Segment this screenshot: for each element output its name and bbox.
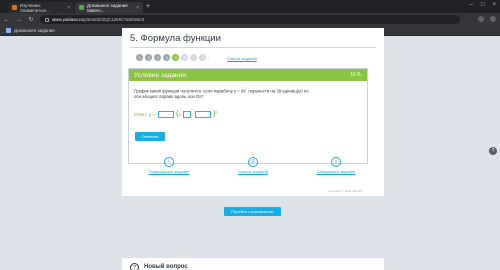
step-item-current[interactable]: 5	[172, 54, 180, 61]
task-text: График какой функции получится, если пар…	[134, 86, 309, 100]
lock-icon	[45, 17, 49, 22]
close-window-icon[interactable]: ×	[492, 2, 496, 8]
step-item[interactable]: 3	[154, 54, 162, 61]
help-icon[interactable]: ?	[489, 147, 497, 155]
browser-actions	[478, 16, 496, 22]
profile-avatar-icon[interactable]	[490, 16, 496, 22]
window-controls: – □ ×	[470, 2, 496, 8]
url-field[interactable]: www.yaklass.ru /p/test/dz/ZqC1ZM/c7a5/ta…	[40, 15, 460, 24]
arrow-left-icon: ‹	[164, 157, 174, 167]
back-icon[interactable]: ←	[2, 17, 12, 23]
answer-label: Ответ: y =	[134, 111, 155, 117]
task-text-start: График какой функции получится, если пар…	[134, 88, 246, 94]
prev-task-link[interactable]: ‹ Предыдущее задание	[139, 157, 199, 174]
task-list-label: Список заданий	[238, 169, 268, 174]
step-item[interactable]: 7	[190, 54, 198, 61]
close-tab-icon[interactable]: ×	[136, 5, 139, 11]
browser-tabbar: Изучение: Знаменитые... × Домашнее задан…	[0, 0, 500, 13]
minimize-icon[interactable]: –	[470, 2, 473, 8]
forward-icon[interactable]: →	[14, 17, 24, 23]
task-list-link[interactable]: Список заданий	[227, 56, 257, 61]
next-card-title: Новый вопрос	[144, 264, 188, 270]
answer-row: Ответ: y = ( x ) 2	[134, 110, 217, 118]
go-to-schedule-button[interactable]: Перейти к расписанию	[224, 207, 281, 216]
page-title: 5. Формула функции	[130, 33, 221, 44]
step-item[interactable]: 6	[181, 54, 189, 61]
reload-icon[interactable]: ↻	[26, 16, 36, 23]
arrow-right-icon: ›	[331, 157, 341, 167]
submit-answer-button[interactable]: Ответить	[135, 132, 165, 141]
variable-x: x	[178, 111, 181, 117]
list-icon: ≡	[248, 157, 258, 167]
next-task-label: Следующее задание	[316, 169, 356, 174]
answer-exponent: 2	[215, 110, 218, 114]
next-step-icon[interactable]: ›	[208, 55, 209, 60]
next-task-link[interactable]: › Следующее задание	[306, 157, 366, 174]
question-icon: ?	[130, 263, 139, 270]
prev-task-label: Предыдущее задание	[148, 169, 190, 174]
prev-step-icon[interactable]: ‹	[133, 55, 134, 60]
task-header-label: Условие задания:	[134, 71, 188, 79]
task-panel: Условие задания: 10 Б. График какой функ…	[128, 68, 368, 164]
tab-title: Домашнее задание Matem...	[87, 2, 128, 13]
divider	[130, 47, 376, 48]
maximize-icon[interactable]: □	[481, 2, 485, 8]
copyright-text: Copyright © 2021 ЯКласс	[328, 189, 363, 193]
url-host: www.yaklass.ru	[52, 17, 84, 22]
browser-tab-1[interactable]: Изучение: Знаменитые... ×	[8, 2, 74, 13]
step-item[interactable]: 4	[163, 54, 171, 61]
points-badge: 10 Б.	[350, 72, 362, 78]
tab-favicon-icon	[12, 5, 17, 10]
browser-tab-2[interactable]: Домашнее задание Matem... ×	[75, 2, 143, 13]
next-exercise-card: ? Новый вопрос	[122, 258, 384, 270]
shift-sign-input[interactable]	[182, 110, 191, 118]
task-header: Условие задания: 10 Б.	[129, 69, 367, 81]
step-item[interactable]: 2	[145, 54, 153, 61]
step-item[interactable]: 8	[199, 54, 207, 61]
address-bar-row: ← → ↻ www.yaklass.ru /p/test/dz/ZqC1ZM/c…	[0, 13, 500, 26]
new-tab-button[interactable]: +	[146, 3, 150, 10]
extension-icon[interactable]	[478, 16, 484, 22]
shift-value-input[interactable]	[194, 110, 211, 118]
coefficient-input[interactable]	[157, 110, 174, 118]
task-list-nav-link[interactable]: ≡ Список заданий	[223, 157, 283, 174]
close-tab-icon[interactable]: ×	[67, 5, 70, 11]
bookmark-item[interactable]: Домашнее задание	[14, 28, 55, 33]
tab-title: Изучение: Знаменитые...	[20, 2, 50, 13]
url-path: /p/test/dz/ZqC1ZM/c7a5/task/3	[83, 17, 145, 22]
tab-favicon-icon	[79, 5, 84, 10]
step-item[interactable]: 1	[136, 54, 144, 61]
sidebar-toggle-icon[interactable]: ›	[2, 30, 4, 36]
step-pager: ‹ 1 2 3 4 5 6 7 8 ›	[133, 54, 210, 61]
bookmark-icon	[6, 28, 11, 33]
